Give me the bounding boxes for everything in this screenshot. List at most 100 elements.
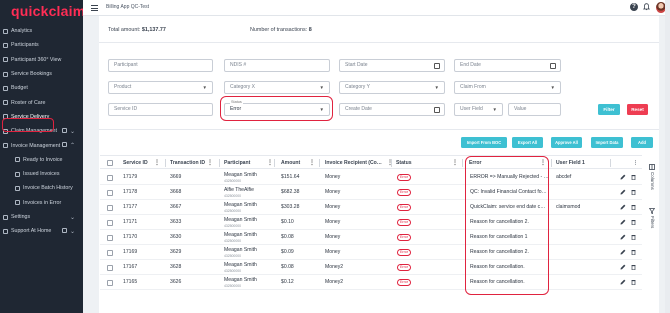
column-separator[interactable] (319, 159, 320, 167)
column-separator[interactable] (610, 159, 611, 167)
service-id-input[interactable]: Service ID (108, 103, 213, 116)
product-select[interactable]: Product ▼ (108, 81, 213, 94)
delete-icon[interactable] (631, 189, 636, 195)
kebab-icon[interactable]: ⋮ (633, 156, 638, 170)
calendar-icon[interactable] (434, 63, 440, 69)
filter-icon[interactable] (649, 208, 655, 214)
row-checkbox[interactable] (107, 265, 113, 271)
sidebar-item[interactable]: Invoice Batch History (0, 181, 83, 195)
app-logo[interactable]: quickclaim (11, 3, 85, 19)
claim-from-select[interactable]: Claim From ▼ (454, 81, 561, 94)
chevron-down-icon[interactable]: ⌄ (70, 128, 75, 135)
row-checkbox[interactable] (107, 205, 113, 211)
export-all-button[interactable]: Export All (512, 137, 543, 148)
row-checkbox[interactable] (107, 280, 113, 286)
column-separator[interactable] (462, 159, 463, 167)
category-y-select[interactable]: Category Y ▼ (339, 81, 445, 94)
chevron-down-icon[interactable]: ⌄ (70, 228, 75, 235)
delete-icon[interactable] (631, 234, 636, 240)
filters-panel-toggle[interactable]: Filters (650, 216, 655, 228)
import-from-boc-button[interactable]: Import From BOC (461, 137, 507, 148)
chevron-down-icon[interactable]: ⌄ (70, 214, 75, 221)
table-row[interactable]: 17167 3628 Meagan Smith 432500000 $0.08 … (100, 260, 642, 275)
filter-button[interactable]: Filter (598, 104, 620, 115)
participant-name-cell[interactable]: Alfie TheAlfie (224, 187, 254, 193)
sidebar-item[interactable]: Roster of Care (0, 95, 83, 109)
row-checkbox[interactable] (107, 250, 113, 256)
bell-icon[interactable] (643, 3, 650, 11)
edit-icon[interactable] (620, 189, 626, 195)
column-separator[interactable] (391, 159, 392, 167)
row-checkbox[interactable] (107, 190, 113, 196)
edit-icon[interactable] (620, 279, 626, 285)
sidebar-item[interactable]: Invoices in Error (0, 196, 83, 210)
row-checkbox[interactable] (107, 175, 113, 181)
add-button[interactable]: Add (631, 137, 653, 148)
column-header-invoice-recipient[interactable]: Invoice Recipient (Co… ⋮ (325, 156, 393, 170)
sidebar-item[interactable]: Issued Invoices (0, 167, 83, 181)
edit-icon[interactable] (620, 249, 626, 255)
participant-name-cell[interactable]: Meagan Smith (224, 277, 257, 283)
end-date-input[interactable]: End Date (454, 59, 561, 72)
calendar-icon[interactable] (550, 63, 556, 69)
ndis-input[interactable]: NDIS # (224, 59, 330, 72)
sidebar-item[interactable]: Settings ⌄ (0, 210, 83, 224)
column-header-transaction-id[interactable]: Transaction ID ⋮ (170, 156, 213, 170)
table-row[interactable]: 17165 3626 Meagan Smith 432500000 $0.12 … (100, 275, 642, 290)
menu-icon[interactable] (91, 5, 98, 11)
participant-name-cell[interactable]: Meagan Smith (224, 172, 257, 178)
kebab-icon[interactable]: ⋮ (207, 156, 213, 170)
edit-icon[interactable] (620, 264, 626, 270)
edit-icon[interactable] (620, 204, 626, 210)
kebab-icon[interactable]: ⋮ (387, 156, 393, 170)
participant-name-cell[interactable]: Meagan Smith (224, 262, 257, 268)
column-separator[interactable] (219, 159, 220, 167)
create-date-input[interactable]: Create Date (339, 103, 445, 116)
participant-input[interactable]: Participant (108, 59, 213, 72)
delete-icon[interactable] (631, 174, 636, 180)
chevron-up-icon[interactable]: ⌃ (70, 142, 75, 149)
kebab-icon[interactable]: ⋮ (267, 156, 273, 170)
page-scrollbar[interactable] (665, 0, 670, 313)
reset-button[interactable]: Reset (627, 104, 648, 115)
delete-icon[interactable] (631, 219, 636, 225)
start-date-input[interactable]: Start Date (339, 59, 445, 72)
delete-icon[interactable] (631, 279, 636, 285)
column-header-status[interactable]: Status ⋮ (396, 156, 458, 170)
sidebar-item[interactable]: Service Bookings (0, 67, 83, 81)
table-row[interactable]: 17178 3668 Alfie TheAlfie 432500000 $682… (100, 185, 642, 200)
kebab-icon[interactable]: ⋮ (154, 156, 160, 170)
column-header-service-id[interactable]: Service ID ⋮ (123, 156, 160, 170)
participant-name-cell[interactable]: Meagan Smith (224, 232, 257, 238)
table-row[interactable]: 17171 3633 Meagan Smith 432500000 $0.10 … (100, 215, 642, 230)
sidebar-item[interactable]: Participant 360° View (0, 53, 83, 67)
column-separator[interactable] (274, 159, 275, 167)
column-header-amount[interactable]: Amount ⋮ (281, 156, 315, 170)
approve-all-button[interactable]: Approve All (551, 137, 582, 148)
column-header-participant[interactable]: Participant ⋮ (224, 156, 273, 170)
import-data-button[interactable]: Import Data (591, 137, 623, 148)
sidebar-item[interactable]: Support At Home ⌄ (0, 224, 83, 238)
row-checkbox[interactable] (107, 220, 113, 226)
columns-panel-toggle[interactable]: Columns (650, 172, 655, 190)
delete-icon[interactable] (631, 264, 636, 270)
table-row[interactable]: 17169 3629 Meagan Smith 432500000 $0.09 … (100, 245, 642, 260)
select-all-checkbox[interactable] (107, 160, 113, 166)
sidebar-item[interactable]: Participants (0, 38, 83, 52)
row-checkbox[interactable] (107, 235, 113, 241)
table-row[interactable]: 17179 3669 Meagan Smith 432500000 $151.6… (100, 170, 642, 185)
participant-name-cell[interactable]: Meagan Smith (224, 202, 257, 208)
participant-name-cell[interactable]: Meagan Smith (224, 217, 257, 223)
column-separator[interactable] (551, 159, 552, 167)
category-x-select[interactable]: Category X ▼ (224, 81, 330, 94)
delete-icon[interactable] (631, 204, 636, 210)
column-separator[interactable] (165, 159, 166, 167)
edit-icon[interactable] (620, 174, 626, 180)
sidebar-item[interactable]: Ready to Invoice (0, 153, 83, 167)
delete-icon[interactable] (631, 249, 636, 255)
column-header-user-field-1[interactable]: User Field 1 (556, 156, 585, 170)
sidebar-item[interactable]: Budget (0, 81, 83, 95)
user-field-select[interactable]: User Field ▼ (454, 103, 503, 116)
help-icon[interactable]: ? (630, 3, 638, 11)
table-row[interactable]: 17170 3630 Meagan Smith 432500000 $0.08 … (100, 230, 642, 245)
